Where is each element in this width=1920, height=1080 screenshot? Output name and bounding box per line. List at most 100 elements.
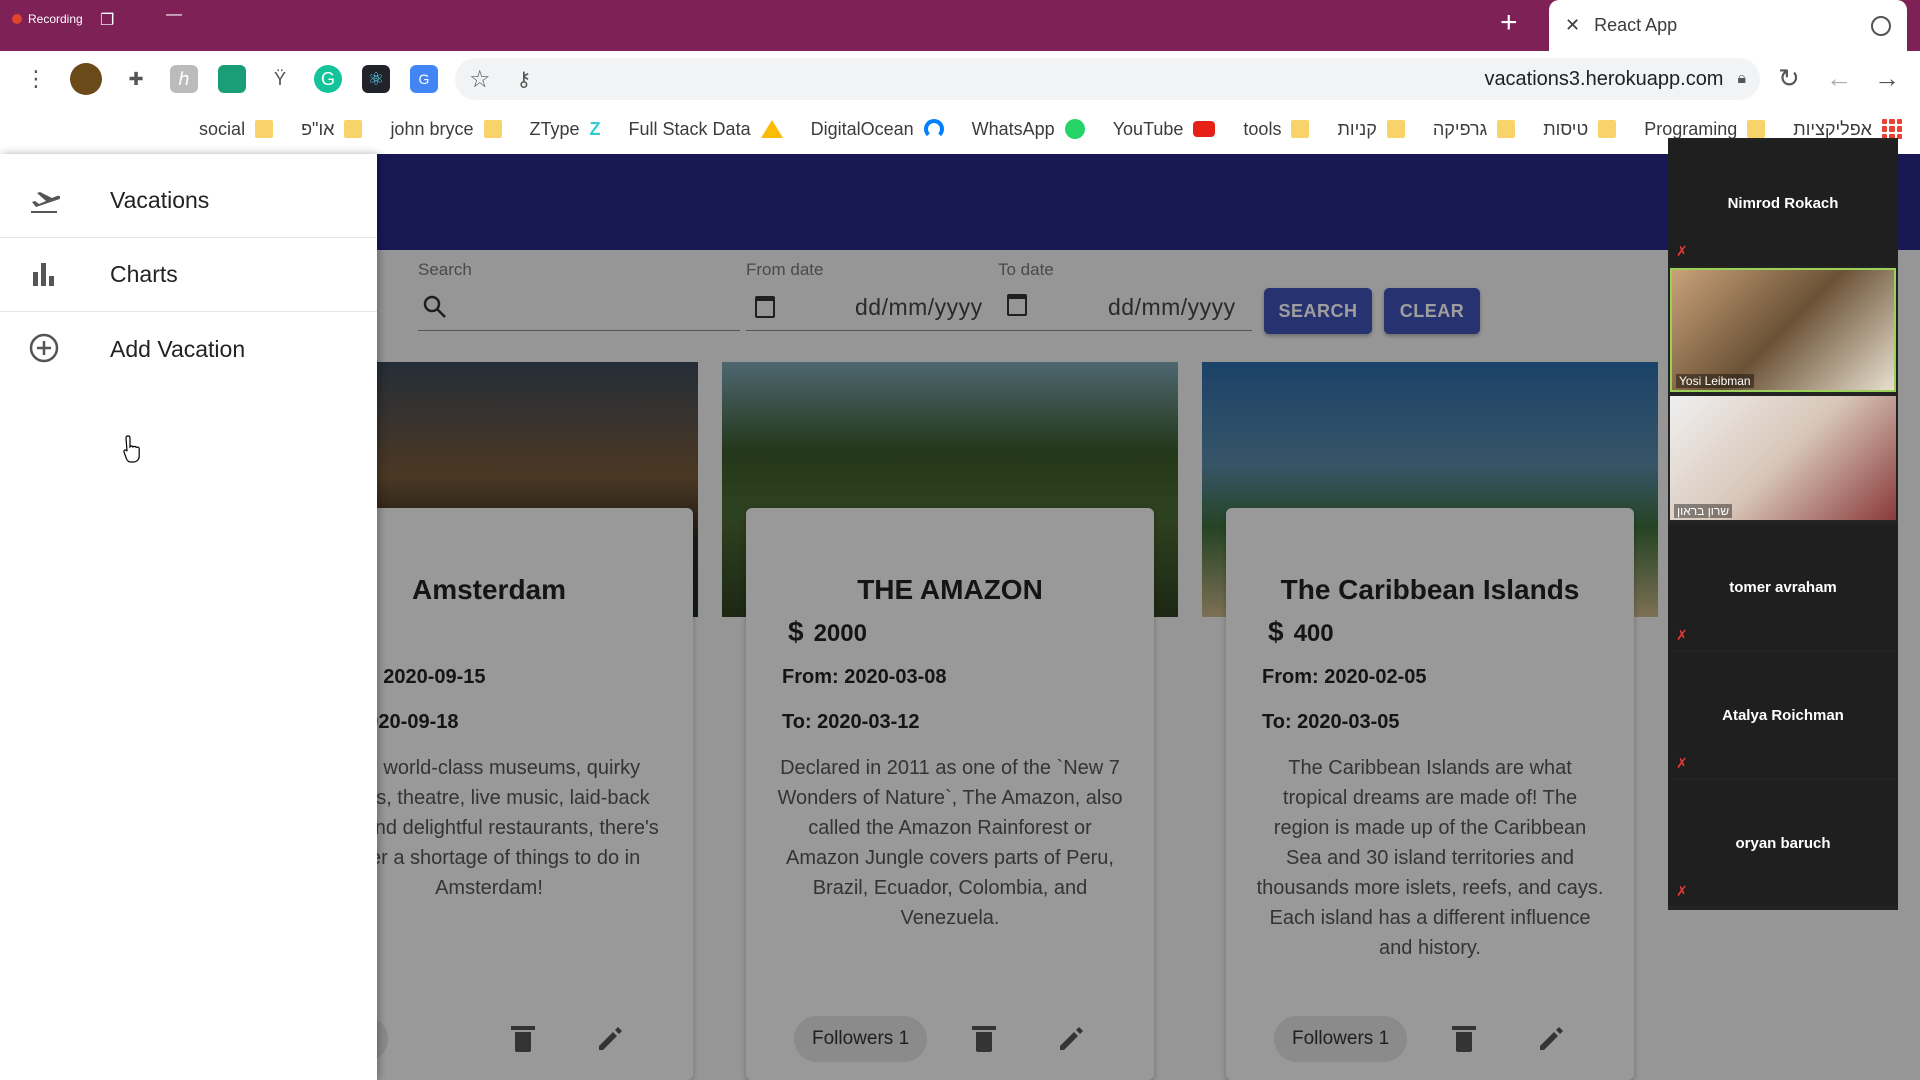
recording-indicator: Recording <box>12 12 83 26</box>
folder-icon <box>1598 120 1617 138</box>
participant-tile[interactable]: oryan baruch ✗ <box>1668 780 1898 906</box>
address-bar[interactable]: ☆ ⚷ vacations3.herokuapp.com 🔒︎ <box>455 58 1760 100</box>
bookmark-item[interactable]: WhatsApp <box>972 119 1085 140</box>
participant-name: tomer avraham <box>1729 578 1837 596</box>
ext-cocktail-icon[interactable]: Ÿ <box>266 65 294 93</box>
bookmark-item[interactable]: DigitalOcean <box>811 119 944 140</box>
drawer-label-add-vacation: Add Vacation <box>110 335 246 362</box>
bookmark-label: Full Stack Data <box>628 118 751 139</box>
youtube-icon <box>1193 121 1216 137</box>
back-arrow-icon[interactable]: ← <box>1826 63 1852 94</box>
bookmark-item[interactable]: Programing <box>1644 118 1766 140</box>
bookmark-item[interactable]: social <box>199 118 274 140</box>
minimize-icon[interactable]: — <box>166 6 182 24</box>
grammarly-icon[interactable]: G <box>314 65 342 93</box>
lock-icon[interactable]: 🔒︎ <box>1737 70 1746 88</box>
bar-chart-icon <box>33 263 54 286</box>
folder-icon <box>344 120 363 138</box>
navigation-drawer: Vacations Charts Add Vacation <box>0 154 377 1080</box>
ext-h-icon[interactable]: ℎ <box>170 65 198 93</box>
bookmark-item[interactable]: YouTube <box>1113 119 1216 140</box>
recording-label: Recording <box>28 12 83 26</box>
bookmarks-bar: social או"פ john bryce ZType Z Full Stack Dat… <box>0 107 1920 151</box>
browser-tab[interactable]: ✕ React App <box>1549 0 1907 51</box>
hand-cursor-icon <box>123 435 140 463</box>
bookmark-label: YouTube <box>1112 118 1184 139</box>
bookmark-item[interactable]: גרפיקה <box>1432 118 1516 140</box>
muted-mic-icon: ✗ <box>1676 243 1688 259</box>
tab-title: React App <box>1594 15 1678 35</box>
restore-icon[interactable]: ❐ <box>100 10 114 30</box>
bookmark-label: WhatsApp <box>971 118 1055 139</box>
whatsapp-icon <box>1064 119 1085 139</box>
folder-icon <box>1747 120 1766 138</box>
participant-video[interactable]: Yosi Leibman <box>1670 268 1896 392</box>
bookmark-label: DigitalOcean <box>810 118 914 139</box>
browser-titlebar: Recording ❐ — + ✕ React App <box>0 0 1920 51</box>
bookmark-label: קניות <box>1337 118 1377 139</box>
bookmark-item[interactable]: טיסות <box>1543 118 1617 140</box>
folder-icon <box>1291 120 1310 138</box>
bookmark-label: social <box>199 118 246 139</box>
muted-mic-icon: ✗ <box>1676 627 1688 643</box>
bookmark-item[interactable]: Full Stack Data <box>629 119 783 140</box>
muted-mic-icon: ✗ <box>1676 755 1688 771</box>
drawer-item-vacations[interactable]: Vacations <box>0 164 377 238</box>
puzzle-extensions-icon[interactable]: ✚ <box>122 65 150 93</box>
drawer-label-vacations: Vacations <box>110 187 210 213</box>
muted-mic-icon: ✗ <box>1676 883 1688 899</box>
participant-name: שרון בראון <box>1674 504 1733 518</box>
apps-icon <box>1882 119 1902 139</box>
flight-takeoff-icon <box>31 192 60 213</box>
bookmark-label: אפליקציות <box>1793 118 1872 139</box>
add-circle-icon <box>29 333 59 363</box>
drawer-label-charts: Charts <box>110 261 178 287</box>
participant-name: Atalya Roichman <box>1722 706 1844 724</box>
bookmark-label: גרפיקה <box>1432 118 1488 139</box>
new-tab-button[interactable]: + <box>1500 6 1518 40</box>
bookmark-item[interactable]: ZType Z <box>530 119 601 140</box>
globe-icon <box>1871 15 1891 36</box>
react-devtools-icon[interactable]: ⚛ <box>362 65 390 93</box>
bookmark-star-icon[interactable]: ☆ <box>469 65 491 94</box>
participant-tile[interactable]: Atalya Roichman ✗ <box>1668 652 1898 778</box>
folder-icon <box>1497 120 1516 138</box>
participant-name: Yosi Leibman <box>1676 374 1754 388</box>
drawer-item-add-vacation[interactable]: Add Vacation <box>0 312 377 386</box>
bookmark-item[interactable]: tools <box>1243 118 1310 140</box>
drive-icon <box>760 120 783 138</box>
ext-green-icon[interactable] <box>218 65 246 93</box>
participant-name: oryan baruch <box>1735 834 1831 852</box>
participant-tile[interactable]: tomer avraham ✗ <box>1668 524 1898 650</box>
reload-icon[interactable]: ↻ <box>1778 63 1800 94</box>
participant-tile[interactable]: Nimrod Rokach ✗ <box>1668 140 1898 266</box>
drawer-item-charts[interactable]: Charts <box>0 238 377 312</box>
participants-panel: Nimrod Rokach ✗ Yosi Leibman שרון בראון tome… <box>1668 138 1898 910</box>
bookmark-label: Programing <box>1644 118 1738 139</box>
menu-kebab-icon[interactable]: ⋮ <box>22 65 50 93</box>
bookmark-label: john bryce <box>390 118 474 139</box>
folder-icon <box>255 120 274 138</box>
bookmark-label: tools <box>1243 118 1282 139</box>
record-dot-icon <box>12 14 22 24</box>
bookmark-item[interactable]: קניות <box>1337 118 1405 140</box>
digitalocean-icon <box>923 119 944 139</box>
profile-avatar[interactable] <box>70 63 102 95</box>
participant-video[interactable]: שרון בראון <box>1670 396 1896 520</box>
translate-icon[interactable]: G <box>410 65 438 93</box>
bookmark-label: ZType <box>529 118 580 139</box>
bookmark-item[interactable]: אפליקציות <box>1793 119 1902 140</box>
folder-icon <box>483 120 502 138</box>
bookmark-item[interactable]: john bryce <box>390 118 502 140</box>
bookmark-label: טיסות <box>1543 118 1589 139</box>
bookmark-label: או"פ <box>301 118 335 139</box>
bookmark-item[interactable]: או"פ <box>301 118 363 140</box>
participant-name: Nimrod Rokach <box>1727 194 1839 212</box>
password-key-icon[interactable]: ⚷ <box>517 67 532 92</box>
close-tab-icon[interactable]: ✕ <box>1565 15 1580 36</box>
extension-icons: ⋮ ✚ ℎ Ÿ G ⚛ G <box>22 63 438 95</box>
url-text[interactable]: vacations3.herokuapp.com <box>1484 68 1723 91</box>
ztype-icon: Z <box>589 118 601 139</box>
forward-arrow-icon[interactable]: → <box>1874 63 1900 94</box>
folder-icon <box>1386 120 1405 138</box>
